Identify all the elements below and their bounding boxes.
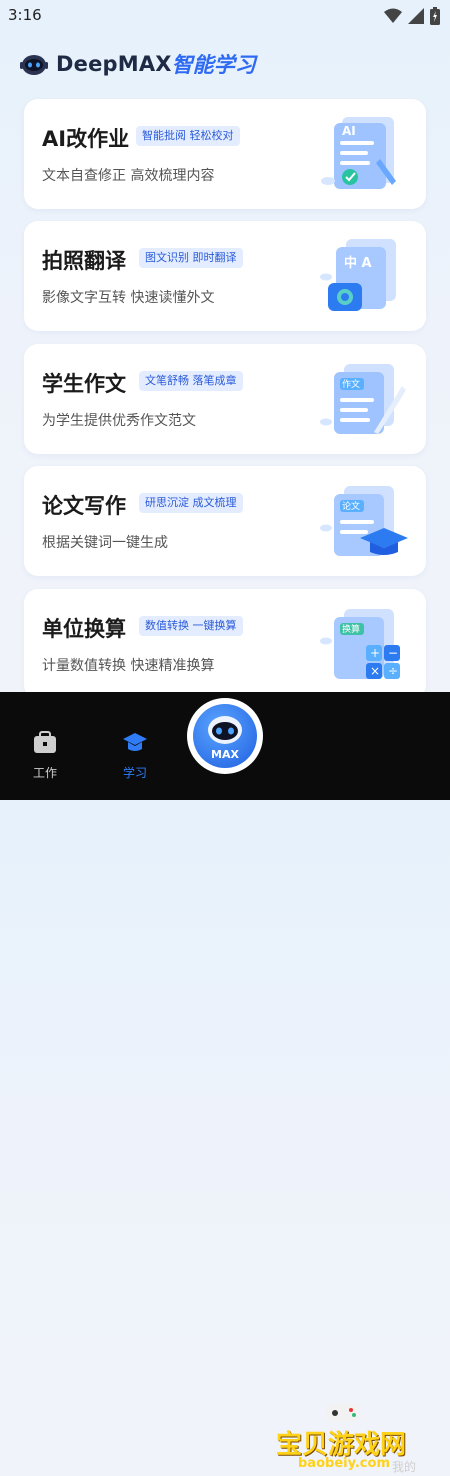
max-assistant-button[interactable]: MAX [187, 698, 263, 774]
max-label: MAX [211, 748, 239, 761]
card-title: 单位换算 [42, 617, 126, 641]
essay-quill-icon: 作文 [320, 364, 406, 434]
nav-mine-label[interactable]: 我的 [392, 1458, 416, 1475]
nav-study[interactable]: 学习 [105, 730, 165, 781]
watermark-logo: 宝贝游戏网 baobeiy.com 我的 [272, 1404, 432, 1476]
nav-work[interactable]: 工作 [15, 730, 75, 781]
card-title: AI改作业 [42, 127, 130, 151]
card-subtitle: 计量数值转换 快速精准换算 [42, 658, 215, 674]
gamepad-icon [326, 1404, 360, 1422]
ai-art-label: AI [342, 124, 356, 138]
translate-camera-icon: 中 A [320, 239, 396, 311]
signal-icon [408, 8, 424, 24]
card-tag: 智能批阅 轻松校对 [136, 126, 240, 146]
card-subtitle: 影像文字互转 快速读懂外文 [42, 290, 215, 306]
card-thesis-writing[interactable]: 论文写作 研思沉淀 成文梳理 根据关键词一键生成 论文 [24, 466, 426, 576]
essay-art-label: 作文 [342, 378, 360, 390]
watermark-url: baobeiy.com [298, 1456, 390, 1471]
card-subtitle: 根据关键词一键生成 [42, 535, 168, 551]
card-subtitle: 为学生提供优秀作文范文 [42, 413, 196, 429]
status-bar: 3:16 [0, 0, 450, 32]
thesis-graduation-icon: 论文 [320, 486, 408, 556]
brand-subtitle: 智能学习 [171, 53, 256, 77]
card-tag: 数值转换 一键换算 [139, 616, 243, 636]
card-tag: 研思沉淀 成文梳理 [139, 493, 243, 513]
svg-text:×: × [370, 664, 380, 678]
calculator-icon: 换算 + − × ÷ [320, 609, 400, 679]
nav-work-label: 工作 [32, 766, 57, 780]
card-subtitle: 文本自查修正 高效梳理内容 [42, 168, 215, 184]
app-header: DeepMAX 智能学习 [20, 48, 256, 80]
card-student-essay[interactable]: 学生作文 文笔舒畅 落笔成章 为学生提供优秀作文范文 作文 [24, 344, 426, 454]
card-ai-homework[interactable]: AI改作业 智能批阅 轻松校对 文本自查修正 高效梳理内容 AI [24, 99, 426, 209]
translate-art-label: 中 A [344, 255, 372, 271]
status-icons [384, 7, 440, 25]
conversion-art-label: 换算 [342, 623, 360, 635]
graduation-cap-icon [123, 733, 147, 751]
status-time: 3:16 [8, 6, 42, 24]
card-tag: 图文识别 即时翻译 [139, 248, 243, 268]
card-unit-conversion[interactable]: 单位换算 数值转换 一键换算 计量数值转换 快速精准换算 换算 + − × ÷ [24, 589, 426, 699]
card-title: 学生作文 [42, 372, 126, 396]
ai-document-icon: AI [321, 117, 396, 189]
svg-text:+: + [370, 646, 380, 660]
battery-icon [430, 7, 440, 25]
card-tag: 文笔舒畅 落笔成章 [139, 371, 243, 391]
nav-study-label: 学习 [122, 766, 147, 780]
robot-logo-icon [20, 55, 48, 75]
wifi-icon [384, 8, 402, 23]
briefcase-icon [34, 731, 56, 753]
thesis-art-label: 论文 [342, 500, 360, 512]
robot-avatar-icon: MAX [193, 704, 257, 768]
brand-name: DeepMAX [56, 52, 172, 76]
bottom-nav: 工作 学习 MAX 宝贝游戏网 baobeiy.com 我的 [0, 692, 450, 1474]
card-title: 论文写作 [42, 494, 126, 518]
svg-text:−: − [388, 646, 398, 660]
card-photo-translate[interactable]: 拍照翻译 图文识别 即时翻译 影像文字互转 快速读懂外文 中 A [24, 221, 426, 331]
card-title: 拍照翻译 [42, 249, 126, 273]
svg-text:÷: ÷ [388, 664, 398, 678]
